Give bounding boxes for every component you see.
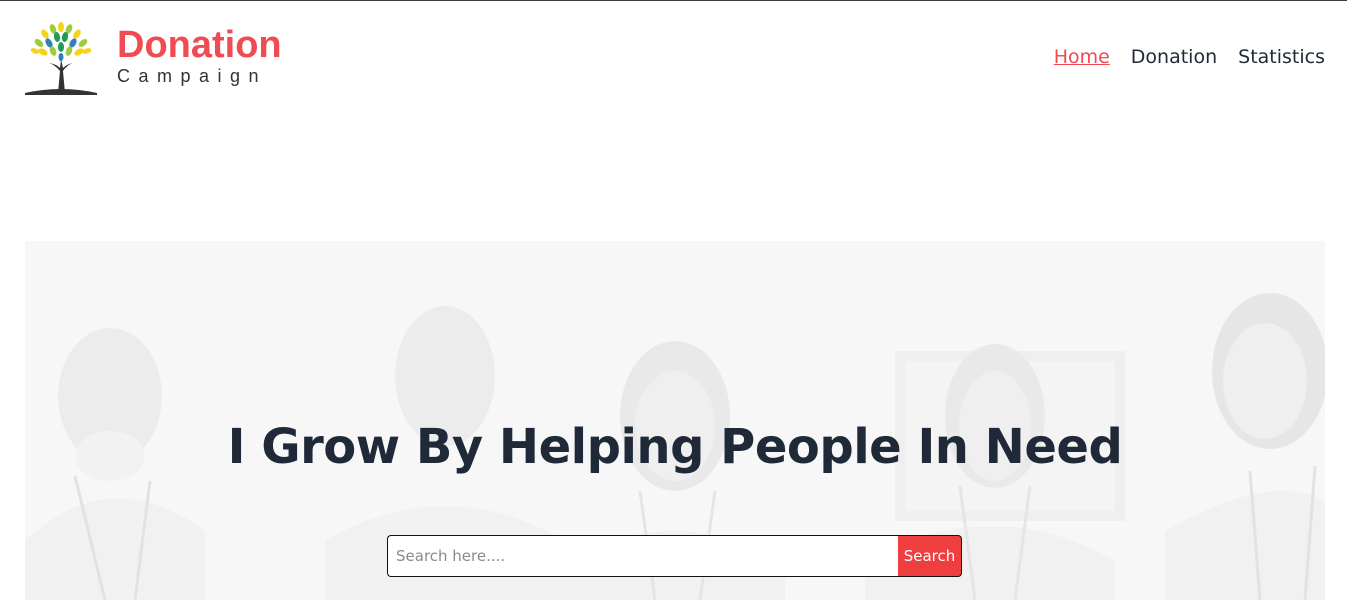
nav-donation-link[interactable]: Donation [1131, 46, 1217, 68]
search-form: Search [387, 535, 962, 577]
tree-logo-icon [25, 22, 97, 95]
site-header: Donation Campaign Home Donation Statisti… [0, 1, 1347, 111]
nav-statistics-link[interactable]: Statistics [1238, 46, 1325, 68]
brand-text: Donation Campaign [117, 23, 282, 87]
hero-heading: I Grow By Helping People In Need [227, 419, 1123, 475]
search-button[interactable]: Search [898, 535, 962, 577]
main-nav: Home Donation Statistics [1054, 46, 1325, 68]
brand-logo-link[interactable]: Donation Campaign [25, 19, 282, 95]
nav-home-link[interactable]: Home [1054, 46, 1110, 68]
search-input[interactable] [387, 535, 898, 577]
hero-banner: I Grow By Helping People In Need Search [25, 241, 1325, 600]
brand-subtitle: Campaign [117, 66, 268, 86]
brand-title: Donation [117, 24, 282, 66]
